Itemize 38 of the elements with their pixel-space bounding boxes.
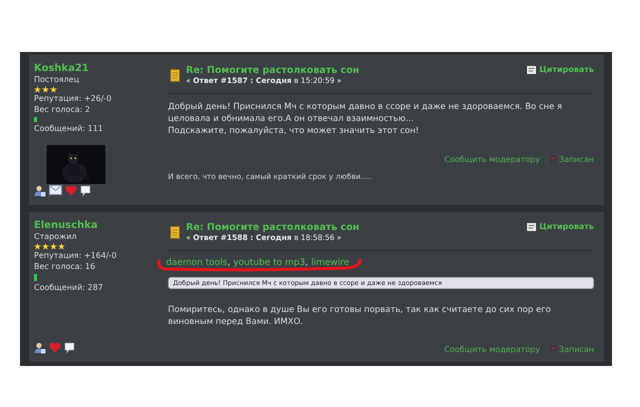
flag-icon xyxy=(550,155,557,164)
quote-button[interactable]: Цитировать xyxy=(527,65,594,74)
ad-link[interactable]: limewire xyxy=(311,258,350,268)
quote-icon xyxy=(527,222,536,230)
ad-link[interactable]: daemon tools xyxy=(166,258,228,268)
document-icon xyxy=(170,69,180,82)
report-link[interactable]: Сообщить модератору xyxy=(444,345,540,354)
message-count: Сообщений: 287 xyxy=(34,283,104,293)
ad-link[interactable]: youtube to mp3 xyxy=(233,258,306,268)
user-rank: Старожил xyxy=(34,232,78,242)
vote-weight-text: Вес голоса: 16 xyxy=(34,262,96,272)
user-rank: Постоялец xyxy=(34,75,80,85)
reputation-text: Репутация: +26/-0 xyxy=(34,94,113,104)
vote-weight-text: Вес голоса: 2 xyxy=(34,105,92,115)
reputation-text: Репутация: +164/-0 xyxy=(34,251,118,261)
message-count: Сообщений: 111 xyxy=(34,124,104,134)
post-text: Добрый день! Приснился Мч с которым давно в ссоре и даже не здороваемся. Во сне я целовала и обнимала его.А он отвечал взаимностью... xyxy=(167,101,564,125)
report-link[interactable]: Сообщить модератору xyxy=(444,155,540,164)
quote-icon xyxy=(527,66,536,74)
flag-icon xyxy=(550,345,557,354)
status-link[interactable]: Записан xyxy=(550,345,594,354)
karma-bar xyxy=(34,274,37,281)
username[interactable]: Koshka21 xyxy=(34,63,166,74)
quote-button[interactable]: Цитировать xyxy=(527,222,594,231)
status-link[interactable]: Записан xyxy=(550,155,594,164)
post-text: Подскажите, пожалуйста, что может значить этот сон! xyxy=(167,125,420,137)
speech-bubble-icon[interactable] xyxy=(80,185,91,197)
user-icon[interactable] xyxy=(34,342,46,354)
speech-bubble-icon[interactable] xyxy=(64,342,75,354)
username[interactable]: Elenuschka xyxy=(34,220,166,231)
post-title[interactable]: Re: Помогите растолковать сон xyxy=(186,222,522,233)
comma: , xyxy=(227,258,230,268)
karma-bar xyxy=(34,117,37,122)
post-title[interactable]: Re: Помогите растолковать сон xyxy=(186,65,522,76)
post-text: Помиритесь, однако в душе Вы его готовы порвать, так как считаете до сих пор его виновным перед Вами. ИМХО. xyxy=(167,304,552,328)
document-icon xyxy=(170,226,180,239)
comma: , xyxy=(305,258,308,268)
user-icon[interactable] xyxy=(34,185,46,197)
